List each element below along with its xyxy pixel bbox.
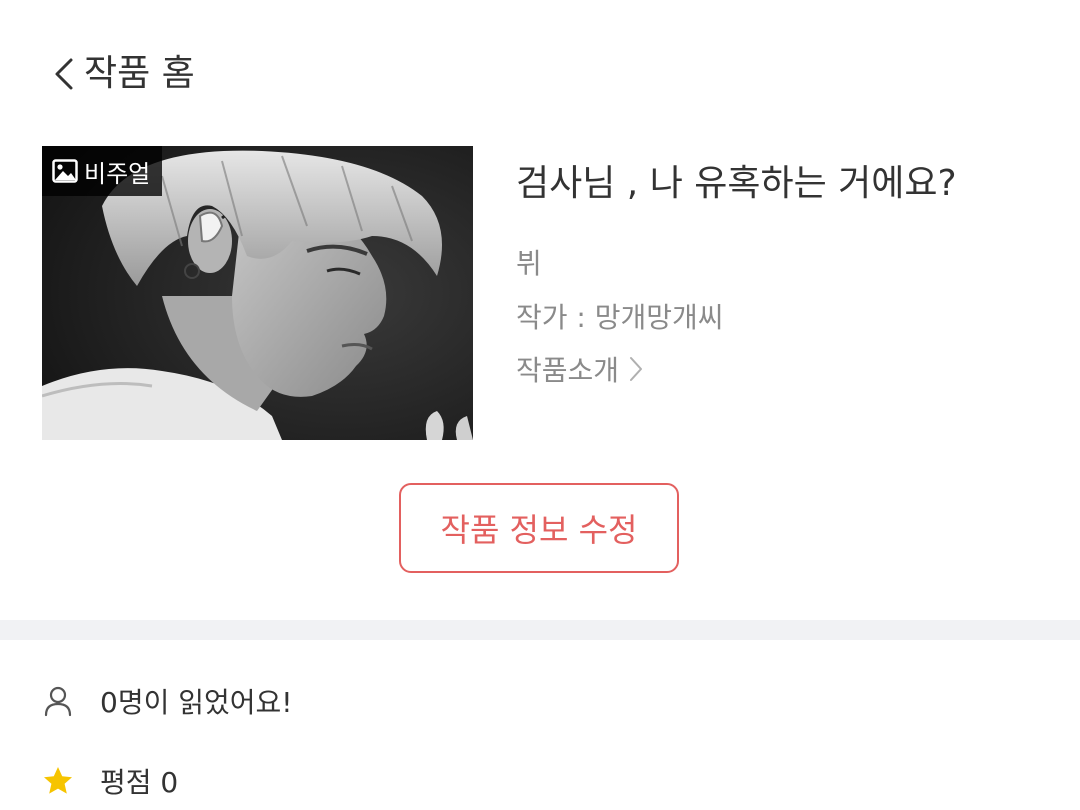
page-title: 작품 홈	[84, 53, 195, 94]
cover-image[interactable]: 비주얼	[42, 146, 473, 440]
readers-count: 0명이 읽었어요!	[100, 686, 293, 719]
image-icon	[52, 159, 78, 183]
chevron-right-icon	[630, 357, 643, 381]
visual-badge: 비주얼	[42, 146, 163, 196]
chevron-left-icon	[55, 58, 73, 90]
work-genre: 뷔	[516, 247, 542, 280]
work-title: 검사님 , 나 유혹하는 거에요?	[516, 163, 957, 204]
star-icon	[42, 765, 74, 797]
rating-value: 평점 0	[100, 766, 179, 799]
edit-work-info-button[interactable]: 작품 정보 수정	[399, 483, 679, 573]
work-intro-label: 작품소개	[516, 354, 620, 387]
back-button[interactable]	[44, 46, 84, 102]
person-icon	[42, 685, 74, 717]
rating-row: 평점 0	[42, 756, 178, 806]
readers-row: 0명이 읽었어요!	[42, 676, 293, 726]
work-intro-link[interactable]: 작품소개	[516, 349, 643, 389]
work-author[interactable]: 작가 : 망개망개씨	[516, 296, 724, 336]
work-home-page: 작품 홈 비주얼 검사님 , 나 유혹하는 거에요? 뷔 작가: 망개망개씨 …	[0, 0, 1080, 810]
visual-badge-label: 비주얼	[84, 159, 151, 188]
section-divider	[0, 620, 1080, 640]
header: 작품 홈	[0, 0, 1080, 148]
